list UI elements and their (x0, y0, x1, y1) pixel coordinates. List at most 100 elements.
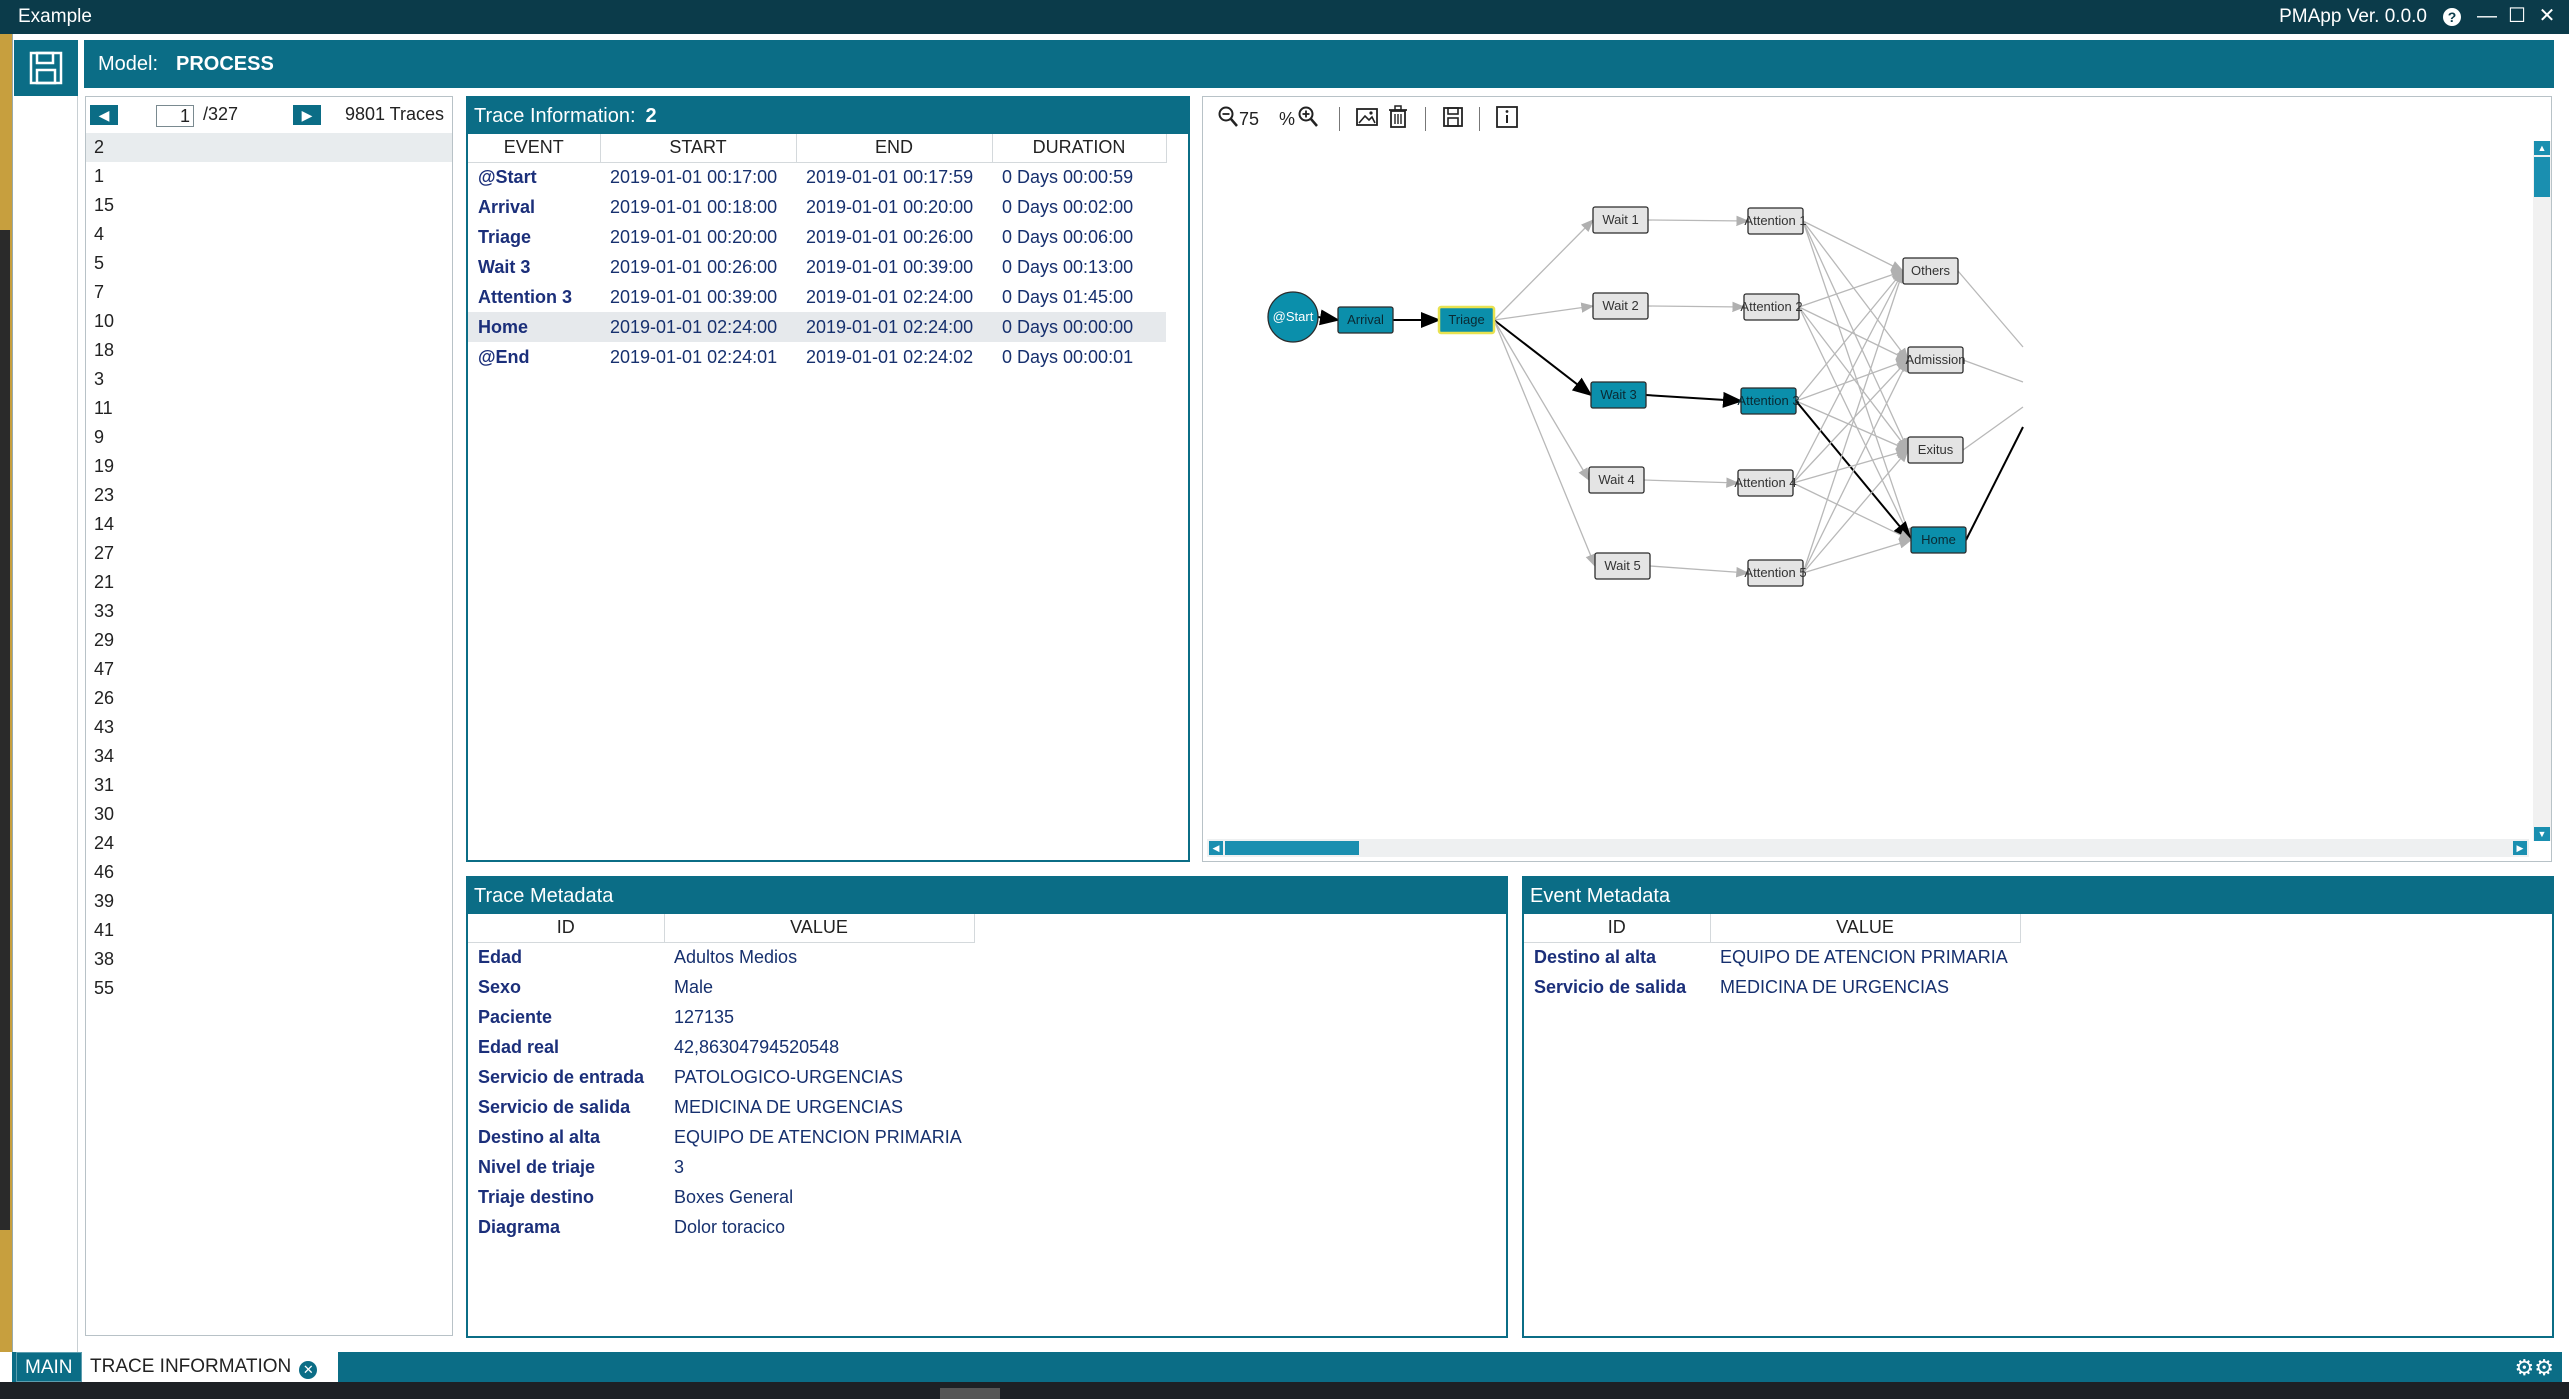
col-id[interactable]: ID (468, 914, 665, 943)
graph-horizontal-scrollbar[interactable]: ◀ ▶ (1207, 839, 2529, 857)
info-icon[interactable] (1495, 105, 1519, 133)
col-duration[interactable]: DURATION (992, 134, 1167, 163)
graph-node-exitus[interactable]: Exitus (1907, 436, 1964, 464)
event-row[interactable]: Arrival 2019-01-01 00:18:00 2019-01-01 00:… (468, 192, 1166, 222)
trace-list-item[interactable]: 10 (86, 307, 452, 336)
metadata-row[interactable]: Diagrama Dolor toracico (468, 1212, 974, 1242)
trace-list-item[interactable]: 27 (86, 539, 452, 568)
graph-node-arrival[interactable]: Arrival (1337, 306, 1394, 334)
metadata-row[interactable]: Triaje destino Boxes General (468, 1182, 974, 1212)
close-button[interactable]: ✕ (2535, 3, 2559, 29)
trace-list-item[interactable]: 1 (86, 162, 452, 191)
settings-gears-icon[interactable]: ⚙⚙ (2515, 1355, 2554, 1381)
graph-node-home[interactable]: Home (1910, 526, 1967, 554)
trace-list-item[interactable]: 46 (86, 858, 452, 887)
metadata-row[interactable]: Servicio de entrada PATOLOGICO-URGENCIAS (468, 1062, 974, 1092)
trace-list-item[interactable]: 47 (86, 655, 452, 684)
trace-list-item[interactable]: 3 (86, 365, 452, 394)
trace-list-item[interactable]: 21 (86, 568, 452, 597)
col-event[interactable]: EVENT (468, 134, 601, 163)
trace-list-item[interactable]: 19 (86, 452, 452, 481)
trace-list-item[interactable]: 43 (86, 713, 452, 742)
event-row[interactable]: @End 2019-01-01 02:24:01 2019-01-01 02:24:… (468, 342, 1166, 372)
graph-node-start[interactable]: @Start (1267, 291, 1319, 343)
trace-list-item[interactable]: 38 (86, 945, 452, 974)
graph-node-wait-1[interactable]: Wait 1 (1592, 206, 1649, 234)
trace-list-item[interactable]: 2 (86, 133, 452, 162)
metadata-row[interactable]: Paciente 127135 (468, 1002, 974, 1032)
process-graph[interactable]: @Start Arrival Triage Wait 1 Wait 2 Wait 3 Wai… (1203, 137, 2533, 837)
event-row[interactable]: @Start 2019-01-01 00:17:00 2019-01-01 00:1… (468, 162, 1166, 192)
metadata-row[interactable]: Nivel de triaje 3 (468, 1152, 974, 1182)
trash-icon[interactable] (1387, 105, 1409, 133)
event-row[interactable]: Wait 3 2019-01-01 00:26:00 2019-01-01 00:3… (468, 252, 1166, 282)
graph-node-attention-5[interactable]: Attention 5 (1744, 559, 1807, 587)
scroll-thumb[interactable] (1225, 841, 1359, 855)
zoom-out-icon[interactable] (1217, 105, 1239, 133)
trace-list-item[interactable]: 15 (86, 191, 452, 220)
zoom-in-icon[interactable] (1297, 105, 1319, 133)
event-row[interactable]: Home 2019-01-01 02:24:00 2019-01-01 02:24:… (468, 312, 1166, 342)
export-image-icon[interactable] (1355, 105, 1379, 133)
trace-list-item[interactable]: 18 (86, 336, 452, 365)
save-graph-icon[interactable] (1441, 105, 1465, 133)
metadata-row[interactable]: Servicio de salida MEDICINA DE URGENCIAS (1524, 972, 2020, 1002)
graph-node-attention-4[interactable]: Attention 4 (1734, 469, 1797, 497)
col-value[interactable]: VALUE (1710, 914, 2021, 943)
trace-list-item[interactable]: 33 (86, 597, 452, 626)
scroll-thumb[interactable] (2534, 157, 2550, 197)
trace-list-item[interactable]: 26 (86, 684, 452, 713)
graph-node-wait-5[interactable]: Wait 5 (1594, 552, 1651, 580)
tab-main[interactable]: MAIN (16, 1352, 82, 1382)
save-button[interactable] (14, 40, 78, 96)
page-input[interactable]: 1 (156, 105, 194, 127)
trace-list-item[interactable]: 55 (86, 974, 452, 1003)
col-start[interactable]: START (600, 134, 797, 163)
metadata-row[interactable]: Destino al alta EQUIPO DE ATENCION PRIMAR… (468, 1122, 974, 1152)
scroll-up-icon[interactable]: ▲ (2534, 141, 2550, 155)
trace-list-item[interactable]: 31 (86, 771, 452, 800)
col-end[interactable]: END (796, 134, 993, 163)
trace-list-item[interactable]: 23 (86, 481, 452, 510)
next-page-button[interactable]: ▶ (293, 105, 321, 125)
scroll-right-icon[interactable]: ▶ (2513, 841, 2527, 855)
metadata-row[interactable]: Destino al alta EQUIPO DE ATENCION PRIMAR… (1524, 942, 2020, 972)
tab-trace-information[interactable]: TRACE INFORMATION ✕ (82, 1352, 338, 1382)
trace-list-item[interactable]: 34 (86, 742, 452, 771)
event-row[interactable]: Attention 3 2019-01-01 00:39:00 2019-01-01… (468, 282, 1166, 312)
graph-node-others[interactable]: Others (1902, 257, 1959, 285)
help-button[interactable]: ? (2440, 3, 2464, 29)
metadata-row[interactable]: Edad Adultos Medios (468, 942, 974, 972)
trace-list-item[interactable]: 9 (86, 423, 452, 452)
graph-node-admission[interactable]: Admission (1906, 346, 1966, 374)
metadata-row[interactable]: Edad real 42,86304794520548 (468, 1032, 974, 1062)
graph-node-attention-1[interactable]: Attention 1 (1744, 207, 1807, 235)
trace-list-item[interactable]: 5 (86, 249, 452, 278)
trace-list-item[interactable]: 11 (86, 394, 452, 423)
graph-vertical-scrollbar[interactable]: ▲ ▼ (2533, 141, 2551, 841)
col-id[interactable]: ID (1524, 914, 1711, 943)
graph-node-triage[interactable]: Triage (1437, 305, 1496, 335)
trace-list-item[interactable]: 4 (86, 220, 452, 249)
graph-node-wait-3[interactable]: Wait 3 (1590, 381, 1647, 409)
close-tab-icon[interactable]: ✕ (299, 1361, 318, 1379)
col-value[interactable]: VALUE (664, 914, 975, 943)
scroll-down-icon[interactable]: ▼ (2534, 827, 2550, 841)
prev-page-button[interactable]: ◀ (90, 105, 118, 125)
trace-list-item[interactable]: 30 (86, 800, 452, 829)
trace-list-item[interactable]: 7 (86, 278, 452, 307)
metadata-row[interactable]: Servicio de salida MEDICINA DE URGENCIAS (468, 1092, 974, 1122)
trace-list-item[interactable]: 24 (86, 829, 452, 858)
minimize-button[interactable]: — (2475, 3, 2499, 29)
trace-list-item[interactable]: 14 (86, 510, 452, 539)
maximize-button[interactable]: ☐ (2505, 3, 2529, 29)
graph-node-attention-3[interactable]: Attention 3 (1737, 387, 1800, 415)
metadata-row[interactable]: Sexo Male (468, 972, 974, 1002)
graph-node-wait-4[interactable]: Wait 4 (1588, 466, 1645, 494)
trace-list-item[interactable]: 39 (86, 887, 452, 916)
graph-node-wait-2[interactable]: Wait 2 (1592, 292, 1649, 320)
trace-list-item[interactable]: 41 (86, 916, 452, 945)
trace-list-item[interactable]: 29 (86, 626, 452, 655)
graph-node-attention-2[interactable]: Attention 2 (1740, 293, 1803, 321)
scroll-left-icon[interactable]: ◀ (1209, 841, 1223, 855)
